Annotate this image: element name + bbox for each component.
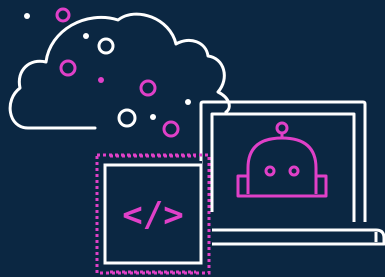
code-icon: </>: [122, 195, 183, 235]
chip-icon: </>: [95, 153, 211, 275]
ring-dot: [162, 120, 180, 138]
ring-dot: [117, 108, 137, 128]
ring-dot: [55, 7, 71, 23]
dot: [150, 114, 156, 120]
dot: [98, 77, 104, 83]
robot-eye-right: [288, 165, 300, 177]
dot: [185, 99, 191, 105]
cloud-computing-illustration: </>: [8, 7, 385, 275]
ring-dot: [97, 37, 115, 55]
dot: [24, 13, 30, 19]
antenna-tip: [275, 121, 289, 135]
robot-icon: [236, 121, 328, 198]
robot-eye-left: [264, 165, 276, 177]
dot: [83, 33, 89, 39]
ring-dot: [59, 59, 77, 77]
cloud-icon: [8, 12, 231, 130]
ring-dot: [139, 79, 157, 97]
